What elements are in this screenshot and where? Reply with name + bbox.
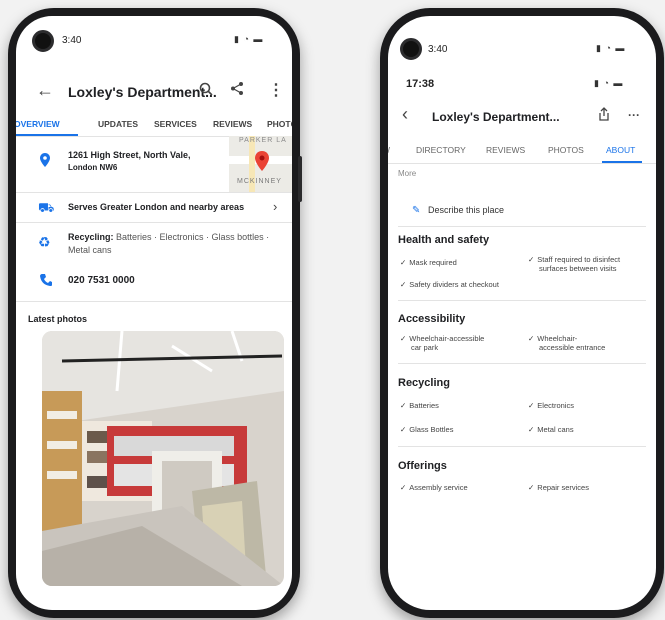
status-icons: ▮ ◔ ▬ [596,43,626,53]
tab-reviews[interactable]: REVIEWS [486,145,525,155]
tab-about[interactable]: ABOUT [606,145,635,155]
tab-photos[interactable]: PHOTC [267,119,292,129]
health-safety-heading: Health and safety [398,234,490,246]
amenity-item-cont: surfaces between visits [539,264,617,273]
address-line1: 1261 High Street, North Vale, [68,150,191,160]
tab-overview[interactable]: OVERVIEW [16,119,60,129]
more-link[interactable]: More [398,169,416,178]
section-divider [398,226,646,227]
page-title: Loxley's Department... [432,110,560,124]
status-icons: ▮ ◔ ▬ [234,34,264,44]
recycling-items-2: Metal cans [68,245,112,255]
check-icon: ✓ [528,425,535,434]
amenity-item: ✓ Mask required [400,258,457,267]
amenity-item-cont: car park [411,343,439,352]
check-icon: ✓ [400,334,407,343]
tab-divider [388,163,656,164]
phone-number[interactable]: 020 7531 0000 [68,275,135,286]
amenity-item: ✓ Batteries [400,401,439,410]
pencil-icon: ✎ [412,205,421,216]
map-label-parker: PARKER LA [239,137,287,144]
second-screen: 3:40 ▮ ◔ ▬ 17:38 ▮ ◔ ▬ ‹ Loxley's Depart… [388,16,656,610]
check-icon: ✓ [400,280,407,289]
check-icon: ✓ [400,483,407,492]
status-time: 3:40 [62,35,82,46]
back-chevron-icon[interactable]: ‹ [402,104,408,125]
amenity-item: ✓ Staff required to disinfect [528,255,621,264]
address-line2: London NW6 [68,163,118,172]
amenity-item: ✓ Metal cans [528,425,574,434]
row-divider [16,301,292,302]
ios-status-icons: ▮ ◔ ▬ [594,78,624,88]
map-pin-icon [255,151,269,171]
tab-services[interactable]: SERVICES [154,119,197,129]
search-icon[interactable] [199,82,213,96]
amenity-item-cont: accessible entrance [539,343,606,352]
recycling-heading: Recycling [398,377,450,389]
android-phone: 3:40 ▮ ◔ ▬ ← Loxley's Department... ⋮ OV… [8,8,302,618]
tab-reviews[interactable]: REVIEWS [213,119,252,129]
row-divider [16,192,292,193]
phone-icon [40,274,52,286]
share-icon[interactable] [230,81,244,96]
recycling-label: Recycling: [68,232,114,242]
tab-updates[interactable]: UPDATES [98,119,138,129]
section-divider [398,300,646,301]
section-divider [398,446,646,447]
amenity-item: ✓ Wheelchair-accessible [400,334,485,343]
ios-time: 17:38 [406,78,435,90]
share-icon[interactable] [598,107,610,121]
offerings-heading: Offerings [398,460,447,472]
second-phone: 3:40 ▮ ◔ ▬ 17:38 ▮ ◔ ▬ ‹ Loxley's Depart… [380,8,664,618]
front-camera [32,30,54,52]
section-divider [398,363,646,364]
check-icon: ✓ [528,483,535,492]
check-icon: ✓ [528,255,535,264]
delivery-truck-icon: ⛟ [38,200,55,215]
back-arrow-icon[interactable]: ← [36,80,54,101]
amenity-item: ✓ Wheelchair- [528,334,578,343]
front-camera [400,38,422,60]
more-vert-icon[interactable]: ⋮ [268,80,284,100]
amenity-item: ✓ Safety dividers at checkout [400,280,499,289]
row-divider [16,222,292,223]
android-screen: 3:40 ▮ ◔ ▬ ← Loxley's Department... ⋮ OV… [16,16,292,610]
describe-place-link[interactable]: Describe this place [428,206,504,215]
more-horiz-icon[interactable]: ··· [628,108,640,122]
store-photo[interactable] [42,331,284,586]
recycling-row: Recycling: Batteries · Electronics · Gla… [68,232,269,242]
check-icon: ✓ [528,334,535,343]
amenity-item: ✓ Electronics [528,401,574,410]
status-time: 3:40 [428,44,448,55]
tab-overview-partial[interactable]: W [388,145,390,155]
latest-photos-heading: Latest photos [28,314,88,324]
map-label-mckinney: MCKINNEY [237,178,282,185]
tab-directory[interactable]: DIRECTORY [416,145,466,155]
check-icon: ✓ [528,401,535,410]
map-thumbnail[interactable]: PARKER LA MCKINNEY [229,136,292,192]
check-icon: ✓ [400,425,407,434]
amenity-item: ✓ Glass Bottles [400,425,454,434]
recycling-icon: ♻ [38,234,51,250]
power-button [298,156,302,202]
check-icon: ✓ [400,258,407,267]
amenity-item: ✓ Repair services [528,483,589,492]
page-title: Loxley's Department... [68,84,217,100]
accessibility-heading: Accessibility [398,313,466,325]
amenity-item: ✓ Assembly service [400,483,468,492]
service-area-text[interactable]: Serves Greater London and nearby areas [68,202,244,212]
tab-photos[interactable]: PHOTOS [548,145,584,155]
check-icon: ✓ [400,401,407,410]
chevron-right-icon[interactable]: › [273,199,277,214]
location-pin-icon [40,153,50,167]
recycling-items: Batteries · Electronics · Glass bottles … [116,232,270,242]
